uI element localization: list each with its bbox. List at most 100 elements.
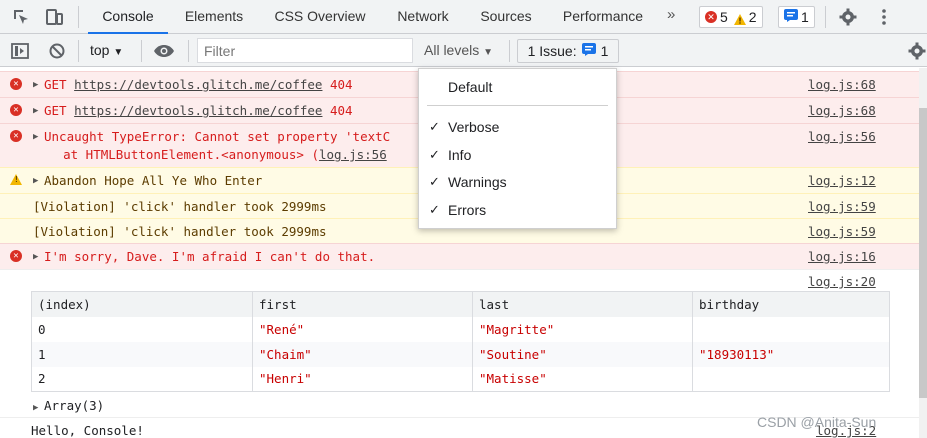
- message-text: GET: [44, 77, 75, 92]
- source-link[interactable]: log.js:20: [808, 274, 876, 289]
- more-options-kebab-icon[interactable]: [874, 7, 894, 27]
- column-header[interactable]: first: [252, 291, 473, 317]
- table-cell: 2: [31, 366, 253, 392]
- message-text: [Violation] 'click' handler took 2999ms: [33, 199, 327, 214]
- console-toolbar: top ▼ Filter All levels ▼ 1 Issue: 1: [0, 34, 927, 67]
- message-text: Uncaught TypeError: Cannot set property …: [44, 129, 391, 144]
- live-expression-eye-icon[interactable]: [153, 41, 174, 61]
- menu-item-errors[interactable]: ✓ Errors: [419, 198, 616, 222]
- request-url-link[interactable]: https://devtools.glitch.me/coffee: [74, 103, 322, 118]
- message-text: I'm sorry, Dave. I'm afraid I can't do t…: [44, 249, 376, 264]
- inspect-element-icon[interactable]: [11, 7, 31, 27]
- menu-item-warnings[interactable]: ✓ Warnings: [419, 170, 616, 194]
- expand-triangle-icon[interactable]: ▶: [33, 132, 38, 142]
- tab-css-overview[interactable]: CSS Overview: [267, 0, 373, 33]
- source-link[interactable]: log.js:68: [808, 77, 876, 92]
- divider: [188, 40, 189, 62]
- filter-input[interactable]: Filter: [197, 38, 413, 63]
- expand-triangle-icon[interactable]: ▶: [33, 176, 38, 186]
- checkmark-icon: ✓: [429, 147, 440, 162]
- console-settings-gear-icon[interactable]: [907, 41, 927, 61]
- tab-sources[interactable]: Sources: [474, 0, 538, 33]
- menu-item-label: Info: [448, 147, 472, 163]
- table-cell: 1: [31, 341, 253, 367]
- stack-trace-link[interactable]: log.js:56: [319, 147, 387, 162]
- tab-console[interactable]: Console: [88, 0, 168, 34]
- message-text: Abandon Hope All Ye Who Enter: [44, 173, 263, 188]
- expand-triangle-icon[interactable]: ▶: [33, 106, 38, 116]
- table-cell: "Magritte": [472, 316, 693, 342]
- console-message-error[interactable]: ✕ ▶ I'm sorry, Dave. I'm afraid I can't …: [0, 243, 919, 269]
- array-label[interactable]: Array(3): [44, 398, 104, 413]
- error-icon: ✕: [10, 250, 22, 262]
- log-levels-label: All levels: [424, 42, 480, 58]
- source-link[interactable]: log.js:56: [808, 129, 876, 144]
- settings-gear-icon[interactable]: [838, 7, 858, 27]
- clear-console-icon[interactable]: [47, 41, 67, 61]
- stack-trace-text: at HTMLButtonElement.<anonymous> (: [33, 147, 319, 162]
- menu-item-default[interactable]: Default: [419, 75, 616, 99]
- source-link[interactable]: log.js:59: [808, 224, 876, 239]
- more-tabs-button[interactable]: »: [667, 6, 675, 23]
- tab-network[interactable]: Network: [387, 0, 459, 33]
- message-text: Hello, Console!: [31, 423, 144, 438]
- column-header[interactable]: (index): [31, 291, 253, 317]
- log-levels-dropdown[interactable]: All levels ▼: [424, 42, 493, 58]
- divider: [78, 6, 79, 28]
- context-selector[interactable]: top ▼: [90, 42, 123, 58]
- issue-icon: [581, 43, 596, 59]
- error-warning-counter[interactable]: ✕ 5 2: [699, 6, 763, 28]
- table-row: 0 "René" "Magritte": [31, 316, 890, 342]
- warning-icon: [10, 174, 22, 185]
- issues-button[interactable]: 1 Issue: 1: [517, 39, 619, 63]
- expand-triangle-icon[interactable]: ▶: [33, 403, 38, 413]
- devtools-tab-bar: Console Elements CSS Overview Network So…: [0, 0, 927, 34]
- request-url-link[interactable]: https://devtools.glitch.me/coffee: [74, 77, 322, 92]
- column-header[interactable]: last: [472, 291, 693, 317]
- source-link[interactable]: log.js:68: [808, 103, 876, 118]
- table-cell: [692, 316, 890, 342]
- source-link[interactable]: log.js:59: [808, 199, 876, 214]
- source-link[interactable]: log.js:12: [808, 173, 876, 188]
- error-icon: ✕: [10, 78, 22, 90]
- show-sidebar-icon[interactable]: [10, 41, 30, 61]
- menu-item-verbose[interactable]: ✓ Verbose: [419, 115, 616, 139]
- checkmark-icon: ✓: [429, 119, 440, 134]
- menu-item-label: Verbose: [448, 119, 500, 135]
- source-link[interactable]: log.js:16: [808, 249, 876, 264]
- expand-triangle-icon[interactable]: ▶: [33, 252, 38, 262]
- issue-count: 1: [801, 9, 809, 25]
- expand-triangle-icon[interactable]: ▶: [33, 80, 38, 90]
- issues-label: 1 Issue:: [527, 43, 577, 59]
- error-count: 5: [720, 9, 728, 25]
- console-scrollbar-thumb[interactable]: [919, 108, 927, 398]
- table-header-row: (index) first last birthday: [31, 291, 890, 317]
- table-cell: "Soutine": [472, 341, 693, 367]
- device-toolbar-icon[interactable]: [44, 7, 64, 27]
- menu-divider: [427, 105, 608, 106]
- context-label: top: [90, 42, 110, 58]
- error-icon: ✕: [10, 130, 22, 142]
- log-levels-menu: Default ✓ Verbose ✓ Info ✓ Warnings ✓ Er…: [418, 68, 617, 229]
- issue-icon: [784, 9, 798, 25]
- column-header[interactable]: birthday: [692, 291, 890, 317]
- checkmark-icon: ✓: [429, 174, 440, 189]
- tab-elements[interactable]: Elements: [178, 0, 250, 33]
- error-icon: ✕: [10, 104, 22, 116]
- status-code: 404: [322, 77, 353, 92]
- table-cell: "Henri": [252, 366, 473, 392]
- table-cell: "René": [252, 316, 473, 342]
- divider: [78, 40, 79, 62]
- table-cell: "Matisse": [472, 366, 693, 392]
- tab-performance[interactable]: Performance: [554, 0, 652, 33]
- warning-icon: [733, 12, 746, 25]
- table-row: 1 "Chaim" "Soutine" "18930113": [31, 341, 890, 367]
- status-code: 404: [322, 103, 353, 118]
- issues-counter[interactable]: 1: [778, 6, 815, 28]
- checkmark-icon: ✓: [429, 202, 440, 217]
- divider: [825, 6, 826, 28]
- table-cell: 0: [31, 316, 253, 342]
- table-cell: "Chaim": [252, 341, 473, 367]
- menu-item-info[interactable]: ✓ Info: [419, 143, 616, 167]
- warning-count: 2: [748, 9, 757, 25]
